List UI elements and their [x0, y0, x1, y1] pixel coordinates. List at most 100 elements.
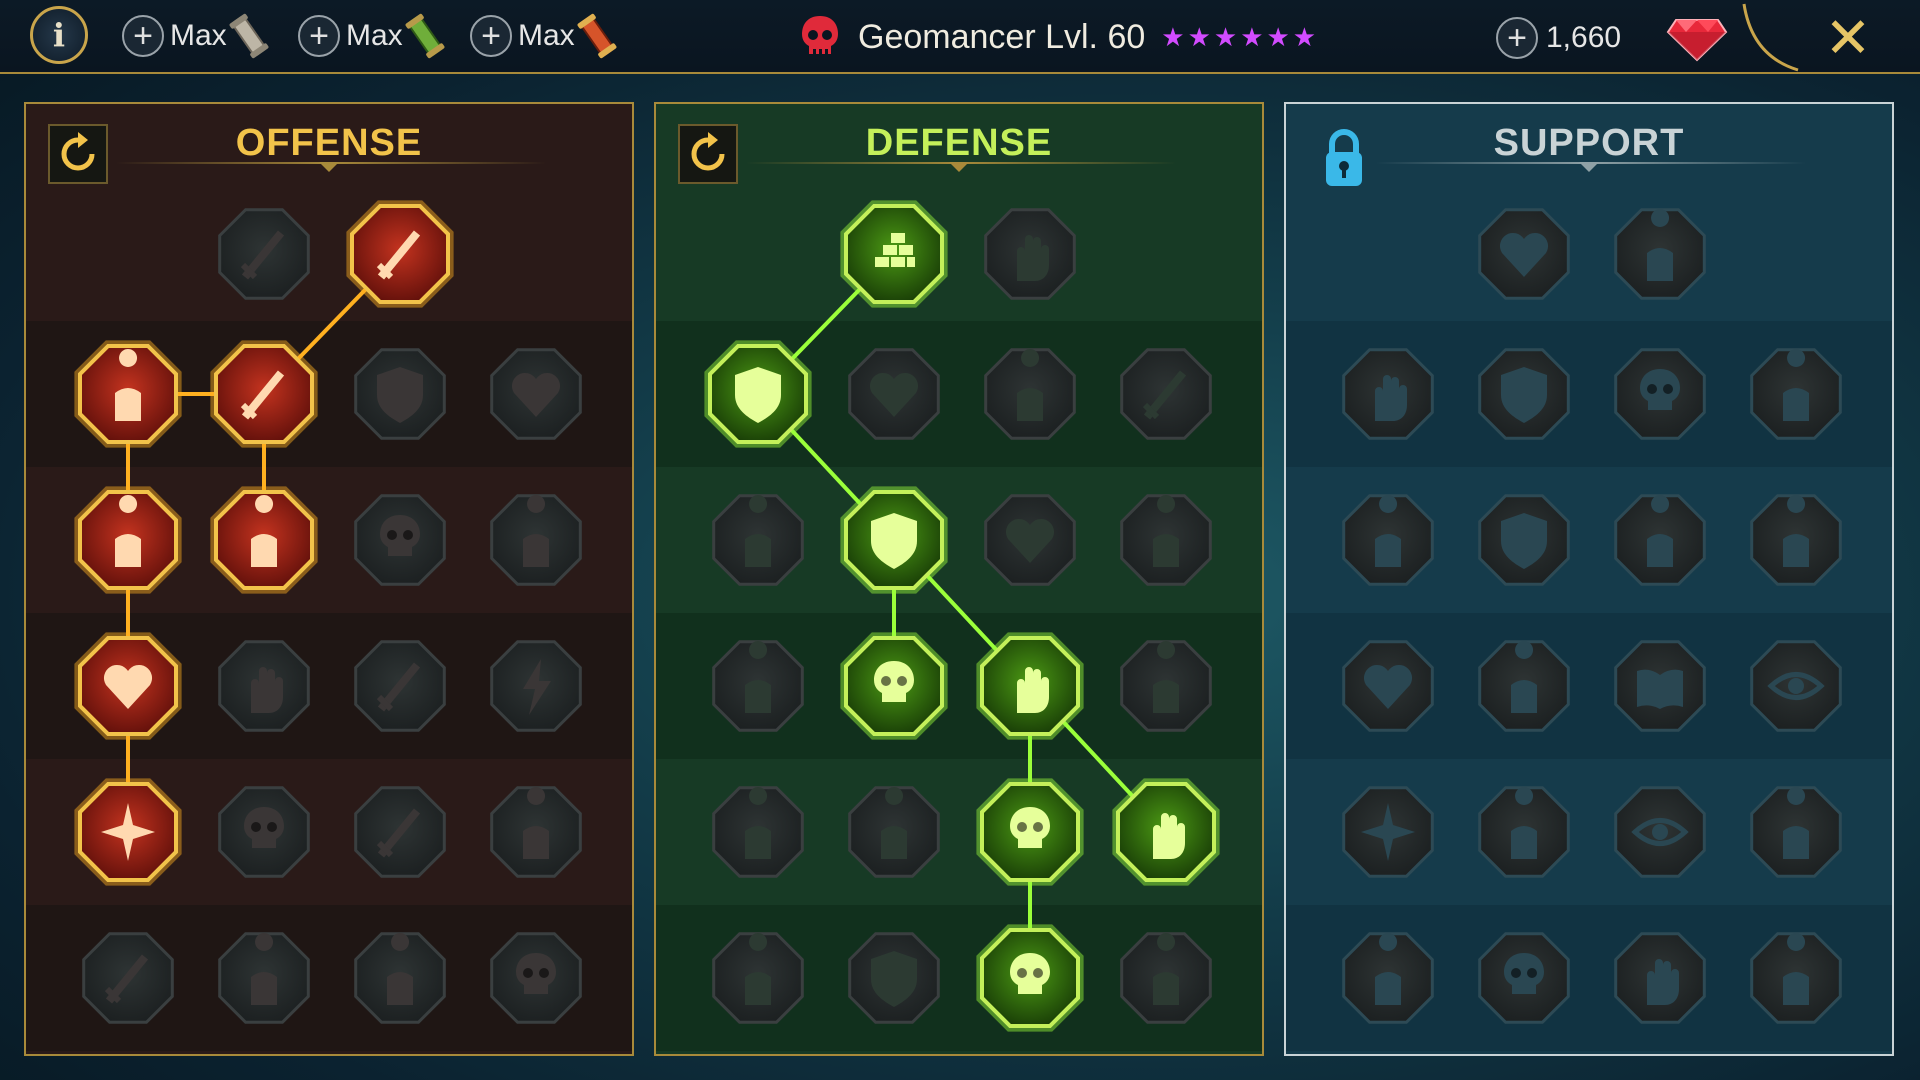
mastery-node[interactable]	[699, 773, 817, 891]
mastery-node[interactable]	[971, 481, 1089, 599]
red-skull-icon	[802, 16, 838, 54]
mastery-node[interactable]	[205, 195, 323, 313]
mastery-node[interactable]	[205, 335, 323, 453]
mastery-node[interactable]	[1329, 481, 1447, 599]
winged-shield-icon	[848, 932, 940, 1024]
mastery-node[interactable]	[1329, 773, 1447, 891]
mastery-node[interactable]	[1107, 627, 1225, 745]
mastery-node[interactable]	[69, 481, 187, 599]
plus-icon[interactable]: +	[122, 15, 164, 57]
panel-offense: OFFENSE	[24, 102, 634, 1056]
dagger-circle-icon	[354, 786, 446, 878]
mastery-node[interactable]	[835, 919, 953, 1037]
mastery-node[interactable]	[205, 481, 323, 599]
resource-slot-1[interactable]: + Max	[122, 12, 269, 60]
mastery-node[interactable]	[699, 919, 817, 1037]
mastery-node[interactable]	[971, 335, 1089, 453]
open-hand-icon	[976, 632, 1084, 740]
mastery-node[interactable]	[69, 335, 187, 453]
mastery-node[interactable]	[835, 773, 953, 891]
mastery-node[interactable]	[341, 481, 459, 599]
mastery-node[interactable]	[205, 919, 323, 1037]
mastery-node[interactable]	[341, 627, 459, 745]
mastery-node[interactable]	[1465, 919, 1583, 1037]
mastery-node[interactable]	[699, 481, 817, 599]
praying-hands-icon	[1342, 348, 1434, 440]
mastery-node[interactable]	[1329, 919, 1447, 1037]
plus-icon[interactable]: +	[1496, 17, 1538, 59]
mastery-node[interactable]	[835, 627, 953, 745]
mastery-node[interactable]	[341, 773, 459, 891]
champion-title: Geomancer Lvl. 60	[858, 17, 1146, 56]
mastery-node[interactable]	[69, 627, 187, 745]
mastery-node[interactable]	[1737, 335, 1855, 453]
close-button[interactable]: ✕	[1820, 10, 1876, 66]
mastery-node[interactable]	[1107, 335, 1225, 453]
mastery-node[interactable]	[1329, 335, 1447, 453]
gem-count: 1,660	[1546, 21, 1622, 54]
mastery-node[interactable]	[1737, 481, 1855, 599]
flaming-skull-icon	[1614, 348, 1706, 440]
shatter-icon	[1614, 494, 1706, 586]
mastery-node[interactable]	[1465, 195, 1583, 313]
mastery-node[interactable]	[205, 627, 323, 745]
mastery-node[interactable]	[1107, 919, 1225, 1037]
mastery-node[interactable]	[1601, 773, 1719, 891]
resource-slot-2[interactable]: + Max	[298, 12, 445, 60]
mastery-node[interactable]	[1465, 627, 1583, 745]
mastery-node[interactable]	[835, 481, 953, 599]
mastery-node[interactable]	[1465, 773, 1583, 891]
mastery-node[interactable]	[699, 627, 817, 745]
all-seeing-eye-icon	[1614, 786, 1706, 878]
swirl-claw-icon	[1614, 208, 1706, 300]
mastery-node[interactable]	[1465, 335, 1583, 453]
scroll-red-icon	[577, 13, 617, 59]
mastery-node[interactable]	[1329, 627, 1447, 745]
mastery-node[interactable]	[341, 195, 459, 313]
scroll-green-icon	[405, 13, 445, 59]
mastery-node[interactable]	[69, 919, 187, 1037]
mastery-node[interactable]	[971, 195, 1089, 313]
mastery-node[interactable]	[477, 627, 595, 745]
mastery-node[interactable]	[1737, 919, 1855, 1037]
comet-icon	[1478, 640, 1570, 732]
scroll-gray-icon	[229, 13, 269, 59]
plus-icon[interactable]: +	[298, 15, 340, 57]
gem-counter[interactable]: + 1,660	[1496, 14, 1728, 62]
arrow-burst-icon	[74, 778, 182, 886]
mastery-node[interactable]	[835, 335, 953, 453]
mastery-node[interactable]	[1601, 481, 1719, 599]
mastery-node[interactable]	[835, 195, 953, 313]
mastery-node[interactable]	[1107, 481, 1225, 599]
mastery-node[interactable]	[1465, 481, 1583, 599]
mastery-node[interactable]	[1601, 335, 1719, 453]
mastery-node[interactable]	[699, 335, 817, 453]
mastery-node[interactable]	[971, 627, 1089, 745]
mastery-node[interactable]	[69, 773, 187, 891]
mastery-node[interactable]	[1601, 627, 1719, 745]
fist-strike-icon	[218, 640, 310, 732]
mastery-node[interactable]	[1737, 773, 1855, 891]
mastery-node[interactable]	[1107, 773, 1225, 891]
plus-icon[interactable]: +	[470, 15, 512, 57]
mastery-node[interactable]	[341, 919, 459, 1037]
mastery-node[interactable]	[1601, 195, 1719, 313]
mastery-node[interactable]	[971, 773, 1089, 891]
mastery-node[interactable]	[1737, 627, 1855, 745]
shadow-pair-icon	[1750, 494, 1842, 586]
radiant-skull-icon	[976, 924, 1084, 1032]
mastery-node[interactable]	[205, 773, 323, 891]
blessed-figure-icon	[1342, 494, 1434, 586]
mastery-node[interactable]	[971, 919, 1089, 1037]
mastery-node[interactable]	[477, 335, 595, 453]
mastery-node[interactable]	[477, 481, 595, 599]
info-button[interactable]: i	[30, 6, 88, 64]
mastery-node[interactable]	[477, 773, 595, 891]
resource-label: Max	[518, 19, 575, 52]
mastery-node[interactable]	[1601, 919, 1719, 1037]
claw-slash-icon	[490, 494, 582, 586]
mastery-node[interactable]	[477, 919, 595, 1037]
mastery-node[interactable]	[341, 335, 459, 453]
heart-vial-icon	[848, 348, 940, 440]
resource-slot-3[interactable]: + Max	[470, 12, 617, 60]
